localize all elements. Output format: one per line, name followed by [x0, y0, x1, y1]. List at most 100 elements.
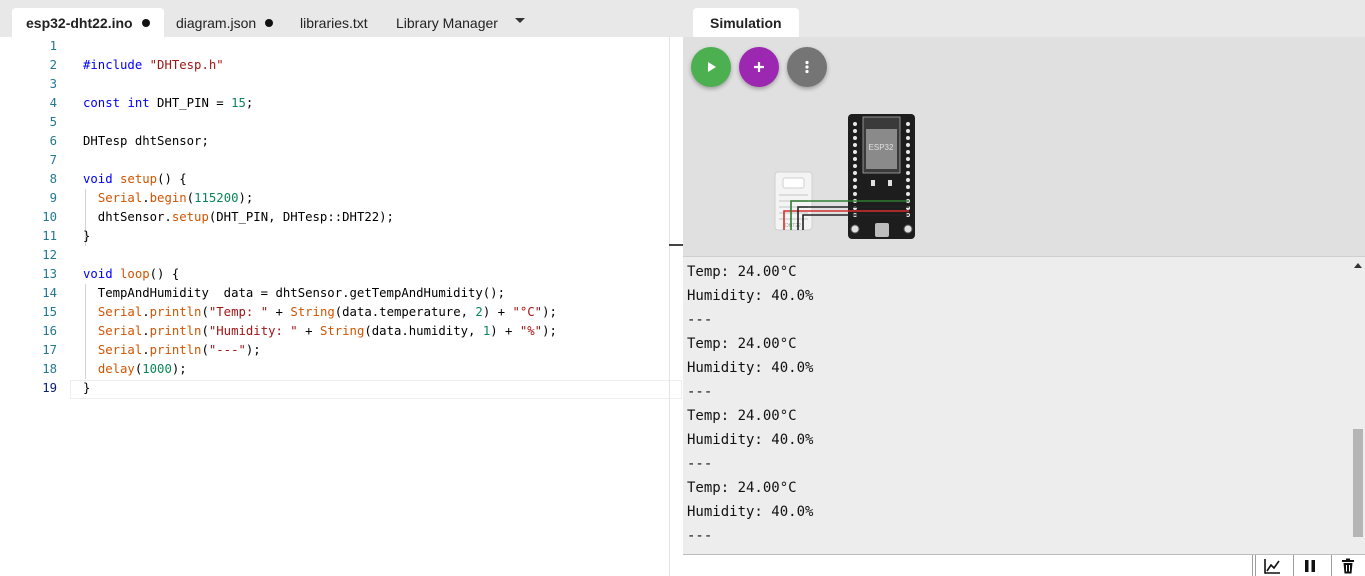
code-line: 17 Serial.println("---");: [0, 341, 670, 360]
line-number: 17: [42, 343, 57, 357]
line-number: 15: [42, 305, 57, 319]
unsaved-dot-icon: [265, 18, 274, 27]
line-text: void loop() {: [83, 267, 180, 281]
chart-icon: [1264, 559, 1280, 574]
code-line: 5: [0, 113, 670, 132]
line-text: Serial.println("Temp: " + String(data.te…: [97, 305, 557, 319]
line-text: Serial.println("Humidity: " + String(dat…: [97, 324, 557, 338]
serial-monitor: Temp: 24.00°C Humidity: 40.0% --- Temp: …: [683, 256, 1365, 554]
trash-icon: [1342, 558, 1354, 574]
serial-output-line: Humidity: 40.0%: [687, 288, 814, 304]
plotter-button[interactable]: [1255, 555, 1288, 576]
code-line: 10 dhtSensor.setup(DHT_PIN, DHTesp::DHT2…: [0, 208, 670, 227]
code-line: 9 Serial.begin(115200);: [0, 189, 670, 208]
pause-button[interactable]: [1293, 555, 1326, 576]
serial-output-line: ---: [687, 456, 713, 472]
tab-label: diagram.json: [176, 14, 257, 31]
line-text: delay(1000);: [97, 362, 187, 376]
serial-scrollbar[interactable]: [1351, 257, 1365, 554]
serial-input[interactable]: [683, 555, 1253, 576]
serial-output-line: Humidity: 40.0%: [687, 360, 814, 376]
line-number: 14: [42, 286, 57, 300]
line-text: DHTesp dhtSensor;: [83, 134, 209, 148]
serial-input-bar: [683, 554, 1365, 576]
simulation-tab-bar: Simulation: [683, 0, 1365, 37]
tab-simulation[interactable]: Simulation: [693, 8, 799, 37]
editor-scroll-marker: [669, 244, 683, 246]
line-text: TempAndHumidity data = dhtSensor.getTemp…: [83, 286, 505, 300]
line-number: 11: [42, 229, 57, 243]
code-line: 14 TempAndHumidity data = dhtSensor.getT…: [0, 284, 670, 303]
code-line: 18 delay(1000);: [0, 360, 670, 379]
serial-output-line: Humidity: 40.0%: [687, 504, 814, 520]
tab-label: esp32-dht22.ino: [26, 14, 133, 31]
code-line: 19}: [0, 379, 670, 398]
line-number: 3: [49, 77, 57, 91]
line-text: Serial.println("---");: [97, 343, 261, 357]
line-text: dhtSensor.setup(DHT_PIN, DHTesp::DHT22);: [83, 210, 394, 224]
line-number: 16: [42, 324, 57, 338]
board-label: ESP32: [869, 143, 894, 152]
line-number: 1: [49, 39, 57, 53]
line-text: void setup() {: [83, 172, 187, 186]
code-line: 7: [0, 151, 670, 170]
line-text: Serial.begin(115200);: [97, 191, 254, 205]
editor-tab-bar: esp32-dht22.ino diagram.json libraries.t…: [0, 0, 683, 37]
code-line: 11}: [0, 227, 670, 246]
serial-output-line: Humidity: 40.0%: [687, 432, 814, 448]
line-number: 12: [42, 248, 57, 262]
circuit-diagram: ESP32 DHT22: [774, 114, 915, 239]
code-editor-pane: esp32-dht22.ino diagram.json libraries.t…: [0, 0, 683, 576]
tab-label: Library Manager: [396, 14, 498, 31]
line-number: 2: [49, 58, 57, 72]
tab-diagram-json[interactable]: diagram.json: [162, 8, 287, 37]
serial-output-line: ---: [687, 312, 713, 328]
tabs-overflow-chevron-down-icon[interactable]: [515, 18, 525, 23]
serial-output-line: Temp: 24.00°C: [687, 336, 797, 352]
line-text: const int DHT_PIN = 15;: [83, 96, 254, 110]
simulation-pane: Simulation ESP32 DHT22 Temp: 24.00°C Hum…: [683, 0, 1365, 576]
simulation-canvas[interactable]: ESP32 DHT22: [683, 37, 1365, 256]
line-number: 8: [49, 172, 57, 186]
line-number: 7: [49, 153, 57, 167]
code-area[interactable]: 1 2 #include "DHTesp.h" 3 4 const int DHT_…: [0, 37, 682, 576]
scrollbar-thumb[interactable]: [1353, 429, 1363, 537]
tab-label: libraries.txt: [300, 14, 368, 31]
line-number: 13: [42, 267, 57, 281]
line-text: }: [83, 229, 91, 243]
tab-label: Simulation: [710, 14, 782, 31]
code-line: 15 Serial.println("Temp: " + String(data…: [0, 303, 670, 322]
code-line: 8 void setup() {: [0, 170, 670, 189]
serial-output-line: Temp: 24.00°C: [687, 480, 797, 496]
code-line: 13 void loop() {: [0, 265, 670, 284]
scroll-up-arrow-icon[interactable]: [1354, 263, 1362, 268]
tab-libraries-txt[interactable]: libraries.txt: [286, 8, 382, 37]
editor-divider: [669, 37, 670, 576]
tab-library-manager[interactable]: Library Manager: [382, 8, 512, 37]
pause-icon: [1305, 560, 1315, 572]
wokwi-workspace: esp32-dht22.ino diagram.json libraries.t…: [0, 0, 1365, 576]
line-number: 10: [42, 210, 57, 224]
code-line: 12: [0, 246, 670, 265]
code-line: 4 const int DHT_PIN = 15;: [0, 94, 670, 113]
line-number: 6: [49, 134, 57, 148]
code-line: 16 Serial.println("Humidity: " + String(…: [0, 322, 670, 341]
esp32-board[interactable]: ESP32: [848, 114, 915, 239]
line-number: 9: [49, 191, 57, 205]
code-line: 2 #include "DHTesp.h": [0, 56, 670, 75]
code-line: 3: [0, 75, 670, 94]
line-number: 5: [49, 115, 57, 129]
serial-output-line: Temp: 24.00°C: [687, 408, 797, 424]
code-line: 6 DHTesp dhtSensor;: [0, 132, 670, 151]
clear-button[interactable]: [1331, 555, 1364, 576]
line-text: }: [83, 381, 91, 395]
code-line: 1: [0, 37, 670, 56]
line-number: 4: [49, 96, 57, 110]
serial-output-line: ---: [687, 528, 713, 544]
serial-output-line: Temp: 24.00°C: [687, 264, 797, 280]
serial-output-line: ---: [687, 384, 713, 400]
unsaved-dot-icon: [141, 18, 150, 27]
line-number: 18: [42, 362, 57, 376]
line-text: #include "DHTesp.h": [83, 58, 224, 72]
tab-esp32-dht22-ino[interactable]: esp32-dht22.ino: [12, 8, 164, 37]
